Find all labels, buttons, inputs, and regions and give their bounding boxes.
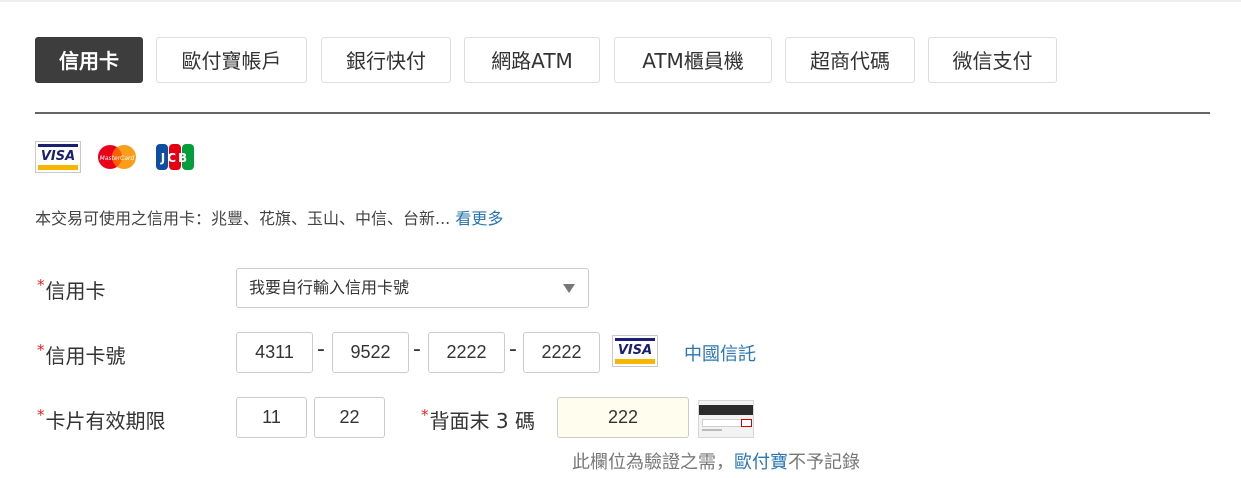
required-mark: * — [421, 406, 429, 424]
top-border — [0, 0, 1241, 2]
credit-card-label-text: 信用卡 — [45, 279, 106, 303]
card-back-cvv-icon — [698, 400, 754, 438]
card-number-part-2[interactable]: 9522 — [332, 332, 409, 373]
credit-card-select[interactable]: 我要自行輸入信用卡號 — [236, 268, 589, 308]
jcb-logo-text: JCB — [160, 151, 189, 165]
tab-convenience-store-code[interactable]: 超商代碼 — [785, 37, 915, 83]
expiry-year-input[interactable]: 22 — [314, 397, 385, 438]
tab-wechat-pay[interactable]: 微信支付 — [928, 37, 1057, 83]
visa-logo-text: VISA — [38, 147, 78, 165]
expiry-label-text: 卡片有效期限 — [45, 409, 166, 433]
cvv-input[interactable]: 222 — [557, 397, 689, 438]
mastercard-logo-text: MasterCard — [100, 155, 135, 162]
card-number-separator: - — [509, 337, 517, 362]
required-mark: * — [37, 406, 45, 424]
tab-credit-card[interactable]: 信用卡 — [35, 37, 143, 83]
tabs-divider — [35, 112, 1210, 114]
cvv-label-text: 背面末 3 碼 — [429, 409, 535, 433]
card-number-part-3[interactable]: 2222 — [428, 332, 505, 373]
cvv-hint-prefix: 此欄位為驗證之需， — [572, 452, 734, 473]
required-mark: * — [37, 276, 45, 294]
detected-card-type: VISA — [615, 341, 655, 359]
credit-card-select-value: 我要自行輸入信用卡號 — [249, 278, 410, 297]
tab-atm-machine[interactable]: ATM櫃員機 — [614, 37, 772, 83]
expiry-month-input[interactable]: 11 — [236, 397, 307, 438]
card-number-part-4[interactable]: 2222 — [523, 332, 600, 373]
jcb-logo: JCB — [155, 141, 195, 173]
visa-logo: VISA — [35, 141, 81, 173]
tab-allpay-account[interactable]: 歐付寶帳戶 — [156, 37, 307, 83]
card-number-part-1[interactable]: 4311 — [236, 332, 313, 373]
required-mark: * — [37, 341, 45, 359]
accepted-banks-notice: 本交易可使用之信用卡：兆豐、花旗、玉山、中信、台新... 看更多 — [35, 205, 503, 229]
credit-card-label: *信用卡 — [37, 275, 106, 304]
expiry-label: *卡片有效期限 — [37, 405, 166, 434]
cvv-hint: 此欄位為驗證之需，歐付寶不予記錄 — [572, 448, 860, 474]
card-number-label-text: 信用卡號 — [45, 344, 126, 368]
card-number-label: *信用卡號 — [37, 340, 126, 369]
detected-visa-icon: VISA — [612, 335, 658, 367]
tab-bank-quick-pay[interactable]: 銀行快付 — [321, 37, 451, 83]
mastercard-logo: MasterCard — [96, 141, 138, 173]
card-number-separator: - — [317, 337, 325, 362]
cvv-hint-brand: 歐付寶 — [734, 452, 788, 473]
card-number-separator: - — [413, 337, 421, 362]
accepted-banks-text: 本交易可使用之信用卡：兆豐、花旗、玉山、中信、台新... — [35, 209, 451, 228]
cvv-hint-suffix: 不予記錄 — [788, 452, 860, 473]
cvv-label: *背面末 3 碼 — [421, 405, 535, 434]
chevron-down-icon — [563, 284, 575, 293]
issuing-bank-link[interactable]: 中國信託 — [684, 340, 756, 366]
tab-web-atm[interactable]: 網路ATM — [464, 37, 600, 83]
see-more-link[interactable]: 看更多 — [455, 209, 503, 228]
